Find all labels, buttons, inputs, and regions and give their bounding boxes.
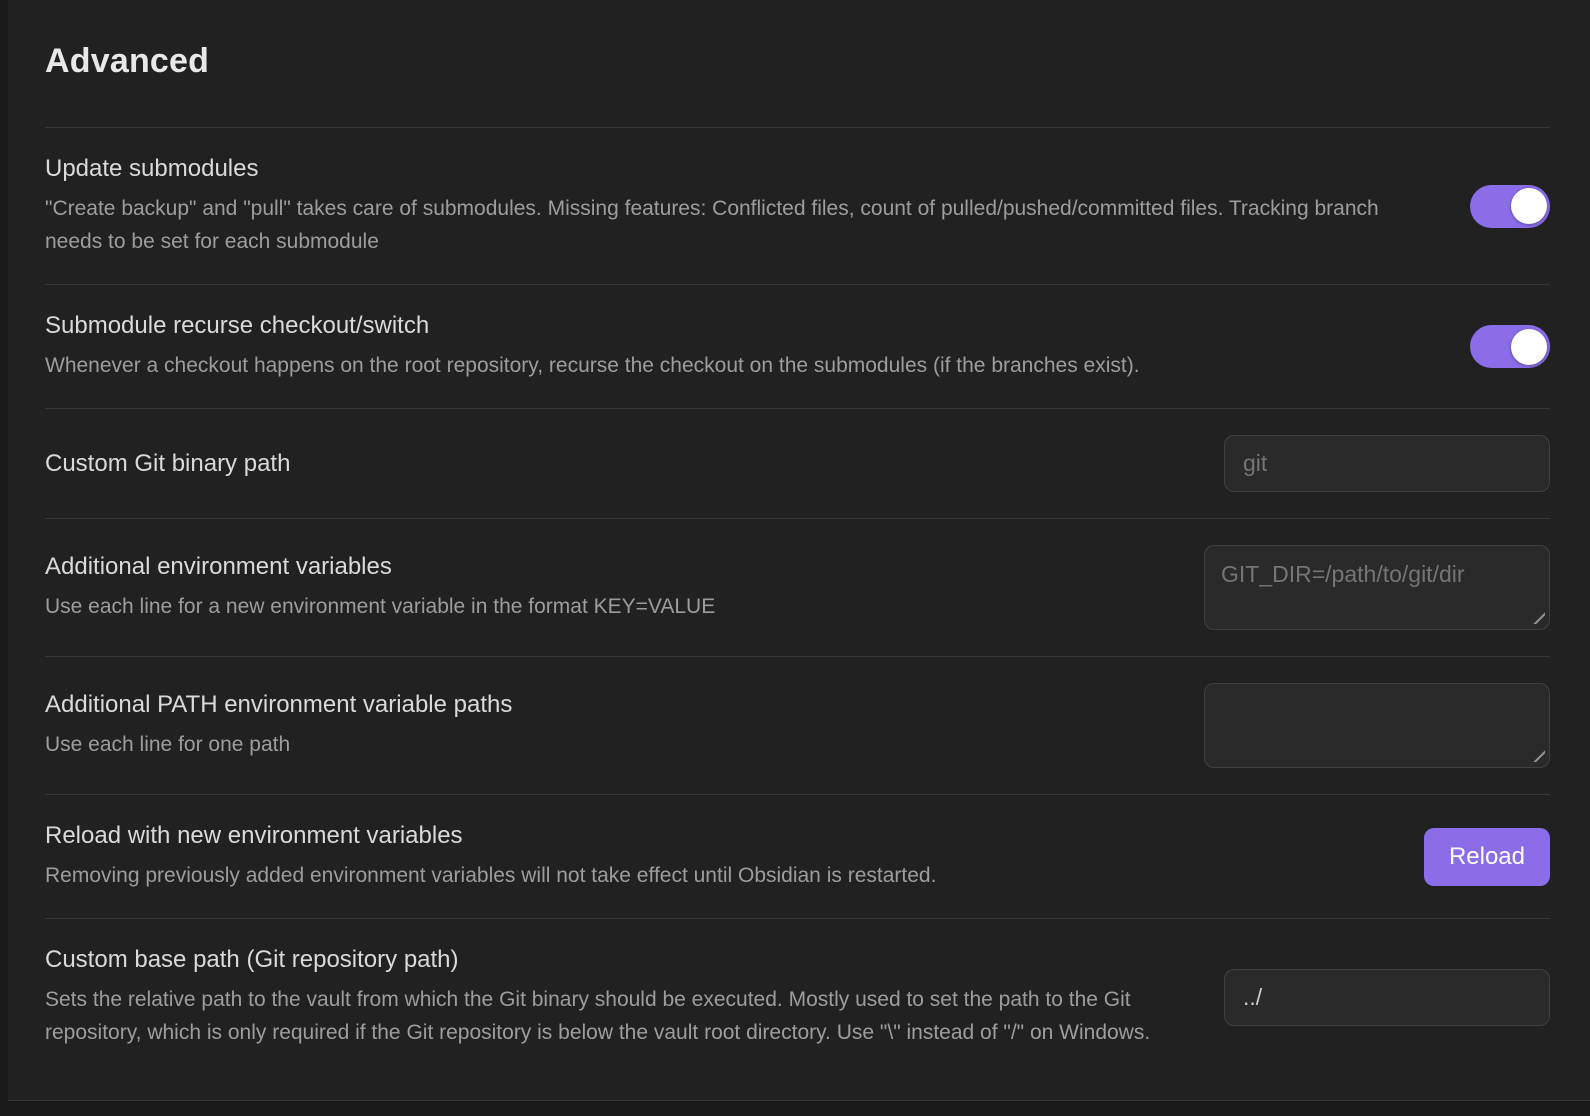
reload-env-vars-button[interactable]: Reload: [1424, 828, 1550, 886]
setting-info: Additional environment variables Use each…: [45, 552, 1159, 623]
toggle-knob-icon: [1511, 188, 1547, 224]
additional-env-vars-textarea[interactable]: [1204, 545, 1550, 630]
settings-list: Update submodules "Create backup" and "pu…: [45, 127, 1550, 1075]
page-title: Advanced: [45, 0, 1550, 127]
setting-name: Reload with new environment variables: [45, 821, 1379, 850]
setting-name: Custom base path (Git repository path): [45, 945, 1179, 974]
setting-control: [1224, 969, 1550, 1026]
setting-description: Removing previously added environment va…: [45, 859, 1379, 892]
setting-control: [1204, 545, 1550, 630]
toggle-knob-icon: [1511, 329, 1547, 365]
additional-path-env-paths-textarea[interactable]: [1204, 683, 1550, 768]
setting-description: Sets the relative path to the vault from…: [45, 983, 1179, 1049]
setting-control: Reload: [1424, 828, 1550, 886]
setting-name: Additional PATH environment variable pat…: [45, 690, 1159, 719]
setting-info: Submodule recurse checkout/switch Wheneve…: [45, 311, 1425, 382]
custom-git-binary-path-input[interactable]: [1224, 435, 1550, 492]
setting-item-update-submodules: Update submodules "Create backup" and "pu…: [45, 127, 1550, 284]
setting-description: "Create backup" and "pull" takes care of…: [45, 192, 1425, 258]
setting-name: Additional environment variables: [45, 552, 1159, 581]
setting-item-custom-base-path: Custom base path (Git repository path) Se…: [45, 918, 1550, 1075]
custom-base-path-input[interactable]: [1224, 969, 1550, 1026]
update-submodules-toggle[interactable]: [1470, 185, 1550, 228]
setting-item-additional-env-vars: Additional environment variables Use each…: [45, 518, 1550, 656]
setting-info: Reload with new environment variables Rem…: [45, 821, 1379, 892]
setting-description: Whenever a checkout happens on the root …: [45, 349, 1425, 382]
setting-name: Custom Git binary path: [45, 449, 1179, 478]
setting-description: Use each line for a new environment vari…: [45, 590, 1159, 623]
settings-pane: Advanced Update submodules "Create backup…: [8, 0, 1590, 1101]
setting-name: Submodule recurse checkout/switch: [45, 311, 1425, 340]
setting-control: [1204, 683, 1550, 768]
textarea-wrap: [1204, 545, 1550, 630]
submodule-recurse-checkout-toggle[interactable]: [1470, 325, 1550, 368]
setting-item-additional-path-env-paths: Additional PATH environment variable pat…: [45, 656, 1550, 794]
setting-control: [1470, 325, 1550, 368]
setting-info: Custom base path (Git repository path) Se…: [45, 945, 1179, 1049]
setting-item-reload-env-vars: Reload with new environment variables Rem…: [45, 794, 1550, 918]
textarea-wrap: [1204, 683, 1550, 768]
setting-name: Update submodules: [45, 154, 1425, 183]
setting-item-custom-git-binary-path: Custom Git binary path: [45, 408, 1550, 518]
setting-item-submodule-recurse-checkout: Submodule recurse checkout/switch Wheneve…: [45, 284, 1550, 408]
setting-info: Custom Git binary path: [45, 449, 1179, 478]
setting-info: Additional PATH environment variable pat…: [45, 690, 1159, 761]
setting-info: Update submodules "Create backup" and "pu…: [45, 154, 1425, 258]
setting-description: Use each line for one path: [45, 728, 1159, 761]
setting-control: [1470, 185, 1550, 228]
setting-control: [1224, 435, 1550, 492]
